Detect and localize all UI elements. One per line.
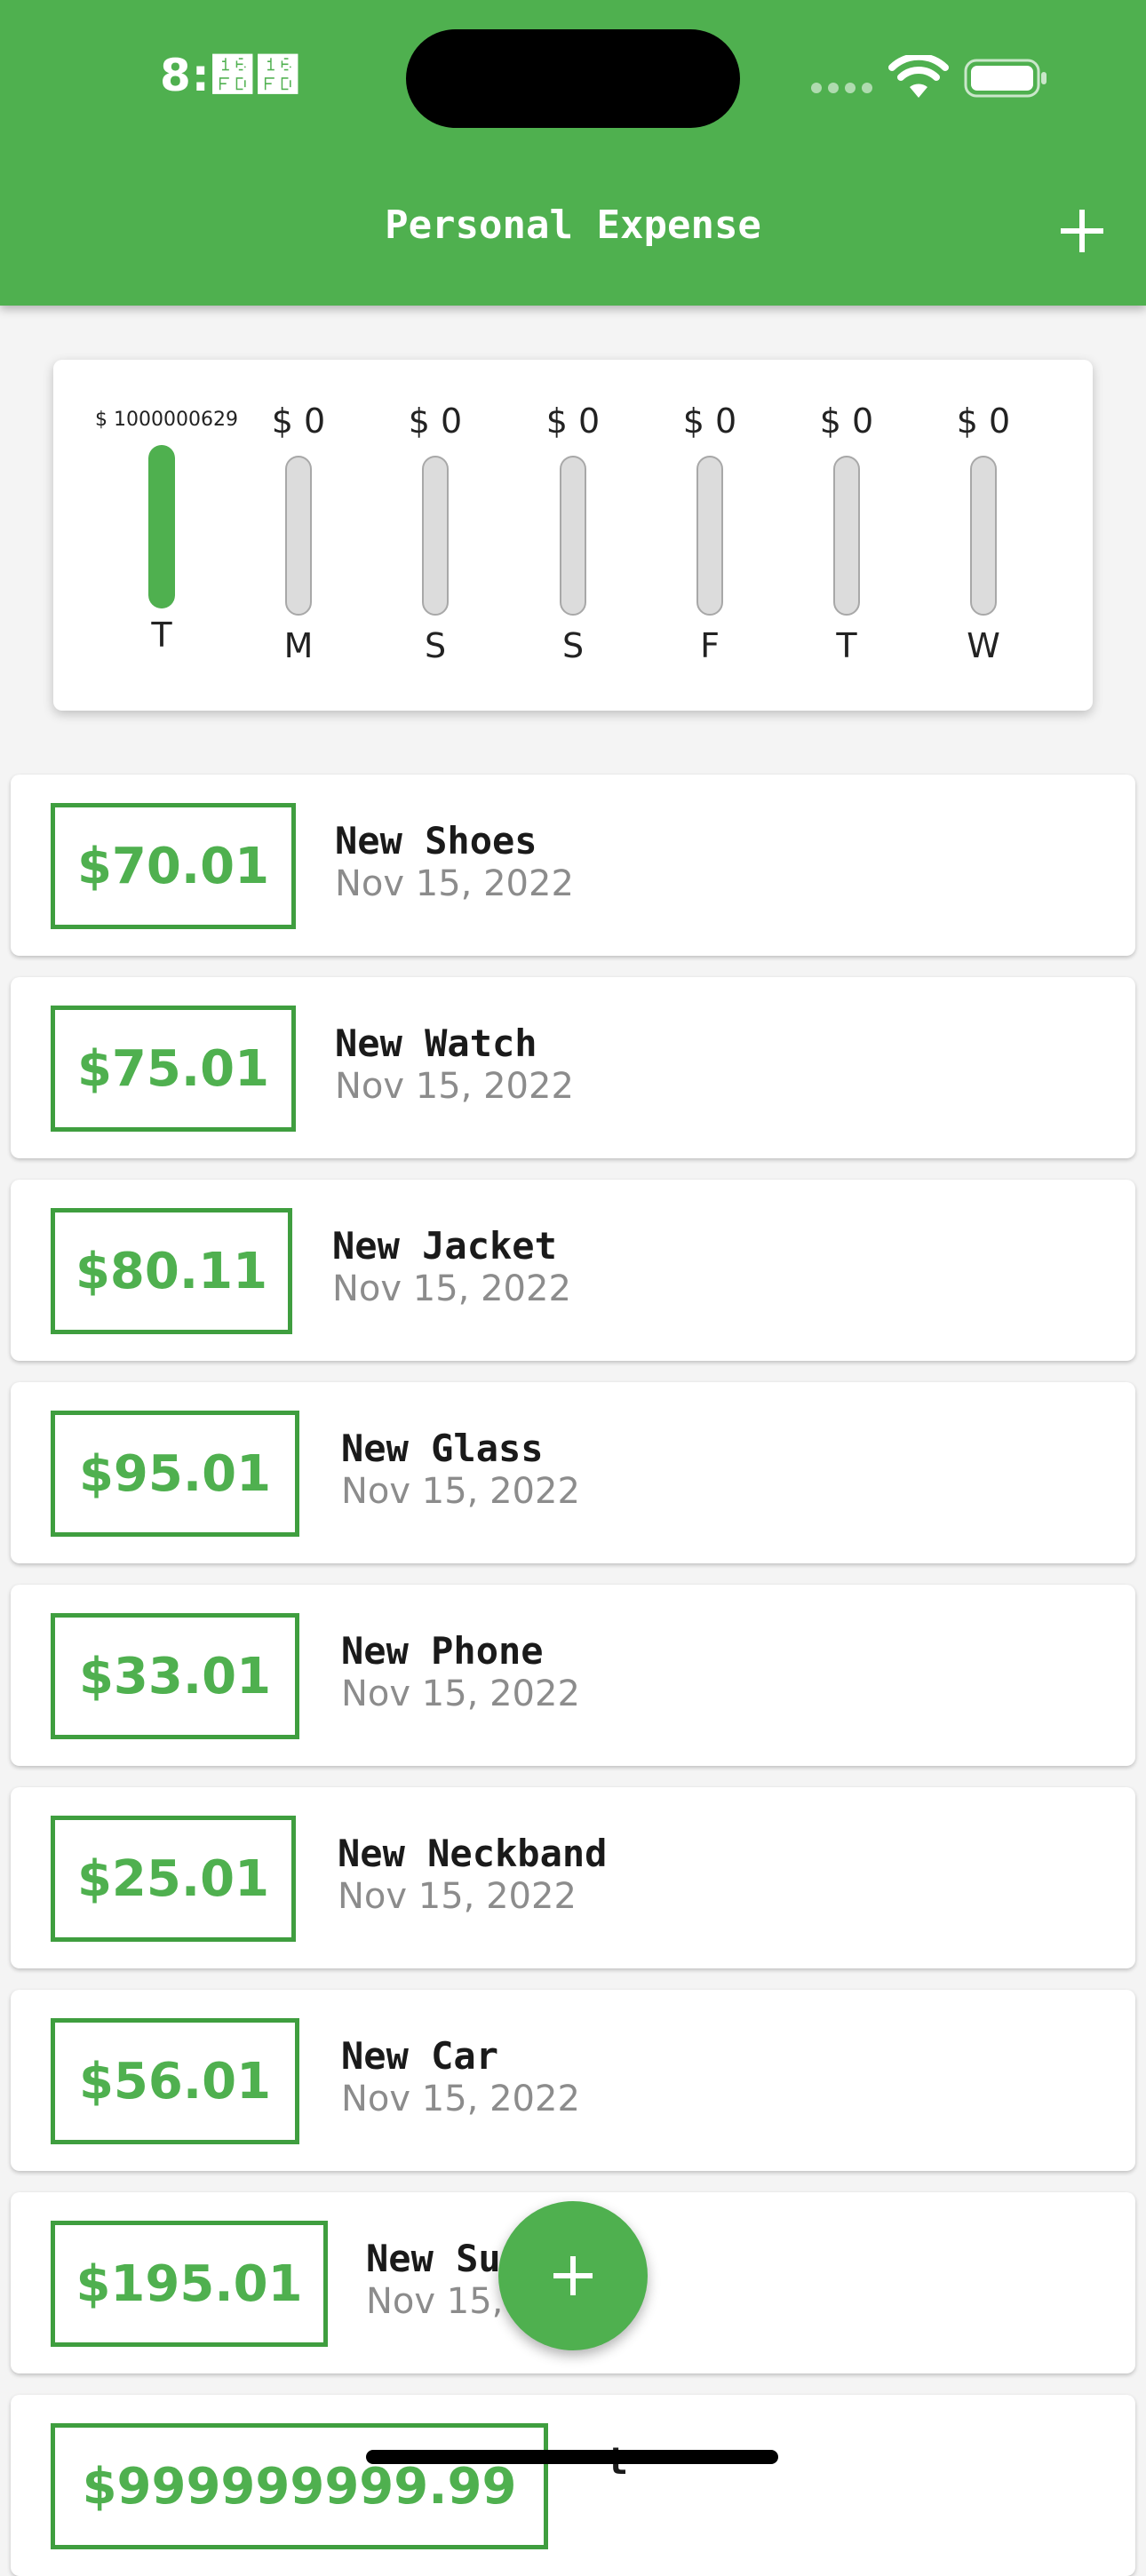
transaction-amount-box: $25.01 xyxy=(51,1816,296,1942)
battery-icon xyxy=(964,59,1047,98)
transaction-date: Nov 15, 2022 xyxy=(338,1876,577,1917)
chart-bar-track xyxy=(148,445,175,608)
transaction-title: New Neckband xyxy=(338,1832,608,1875)
transaction-amount-box: $80.11 xyxy=(51,1208,292,1334)
transaction-title: New Shoes xyxy=(335,819,537,863)
chart-bar-fill xyxy=(148,445,175,608)
transaction-amount-box: $999999999.99 xyxy=(51,2423,548,2549)
transaction-date: Nov 15, 2022 xyxy=(335,863,574,904)
chart-bar-day: F xyxy=(700,626,720,665)
transaction-date: Nov 15, 2022 xyxy=(341,1674,580,1714)
chart-bar-day: W xyxy=(967,626,1000,665)
status-time: 8:᛽᛽ xyxy=(160,50,301,101)
chart-bar-track xyxy=(285,456,312,616)
transaction-title: New Car xyxy=(341,2034,499,2078)
transaction-amount: $56.01 xyxy=(78,2052,272,2111)
transaction-date: Nov 15, 2022 xyxy=(341,1471,580,1512)
transaction-amount: $25.01 xyxy=(76,1849,270,1908)
transaction-card[interactable]: $95.01 New Glass Nov 15, 2022 xyxy=(11,1382,1135,1563)
chart-bar-track xyxy=(560,456,586,616)
transaction-card[interactable]: $56.01 New Car Nov 15, 2022 xyxy=(11,1990,1135,2171)
transaction-card[interactable]: $70.01 New Shoes Nov 15, 2022 xyxy=(11,775,1135,956)
chart-bar-track xyxy=(970,456,997,616)
home-indicator xyxy=(366,2450,778,2464)
transaction-amount: $195.01 xyxy=(76,2254,303,2313)
chart-bar-day: M xyxy=(283,626,314,665)
chart-bar-amount: $ 0 xyxy=(819,402,874,441)
transaction-title: New Watch xyxy=(335,1022,537,1065)
transaction-amount-box: $95.01 xyxy=(51,1411,299,1537)
plus-icon xyxy=(553,2256,593,2295)
transaction-amount-box: $75.01 xyxy=(51,1006,296,1132)
transaction-amount: $70.01 xyxy=(76,837,270,895)
transaction-amount: $75.01 xyxy=(76,1039,270,1098)
chart-bar-track xyxy=(833,456,860,616)
transaction-card[interactable]: $999999999.99t xyxy=(11,2395,1135,2576)
transaction-title: New Glass xyxy=(341,1427,544,1470)
transaction-amount: $33.01 xyxy=(78,1647,272,1705)
chart-bar-amount: $ 0 xyxy=(545,402,601,441)
transaction-amount: $80.11 xyxy=(75,1242,268,1300)
transaction-amount-box: $70.01 xyxy=(51,803,296,929)
transaction-card[interactable]: $75.01 New Watch Nov 15, 2022 xyxy=(11,977,1135,1158)
transaction-card[interactable]: $80.11 New Jacket Nov 15, 2022 xyxy=(11,1180,1135,1361)
chart-bar-day: T xyxy=(836,626,857,665)
chart-bar-0: $ 1000000629 T xyxy=(95,360,238,711)
chart-bar-amount: $ 0 xyxy=(956,402,1011,441)
transaction-date: Nov 15, 2022 xyxy=(332,1268,571,1309)
transaction-title: New Phone xyxy=(341,1629,544,1673)
weekly-chart: $ 1000000629 T $ 0 M $ 0 S $ 0 S $ 0 F $ 0 T $ 0 W xyxy=(53,360,1093,711)
chart-bar-amount: $ 0 xyxy=(682,402,737,441)
transaction-amount-box: $33.01 xyxy=(51,1613,299,1739)
transaction-amount: $999999999.99 xyxy=(82,2457,517,2516)
transaction-card[interactable]: $25.01 New Neckband Nov 15, 2022 xyxy=(11,1787,1135,1968)
add-transaction-fab[interactable] xyxy=(498,2201,648,2350)
page-title: Personal Expense xyxy=(385,203,761,248)
transaction-title: New Jacket xyxy=(332,1224,557,1268)
chart-bar-4: $ 0 F xyxy=(643,360,776,711)
add-transaction-button[interactable] xyxy=(1057,206,1107,256)
chart-bar-day: S xyxy=(424,626,447,665)
chart-bar-day: T xyxy=(151,616,172,655)
plus-icon xyxy=(1061,210,1103,252)
chart-bar-3: $ 0 S xyxy=(506,360,640,711)
dynamic-island xyxy=(406,29,740,128)
wifi-icon xyxy=(888,55,949,98)
chart-bar-day: S xyxy=(561,626,585,665)
transaction-date: Nov 15, 2022 xyxy=(341,2079,580,2119)
chart-bar-amount: $ 0 xyxy=(271,402,326,441)
chart-bar-1: $ 0 M xyxy=(232,360,365,711)
chart-bar-track xyxy=(696,456,723,616)
chart-bar-2: $ 0 S xyxy=(369,360,502,711)
chart-bar-5: $ 0 T xyxy=(780,360,913,711)
chart-bar-6: $ 0 W xyxy=(917,360,1050,711)
transaction-card[interactable]: $33.01 New Phone Nov 15, 2022 xyxy=(11,1585,1135,1766)
chart-bar-amount: $ 1000000629 xyxy=(95,409,238,431)
transaction-date: Nov 15, 2022 xyxy=(335,1066,574,1107)
transaction-amount: $95.01 xyxy=(78,1444,272,1503)
transaction-amount-box: $195.01 xyxy=(51,2221,328,2347)
cellular-signal-icon xyxy=(811,83,873,95)
chart-bar-amount: $ 0 xyxy=(408,402,463,441)
chart-bar-track xyxy=(422,456,449,616)
transaction-amount-box: $56.01 xyxy=(51,2018,299,2144)
app-bar: 8:᛽᛽ Personal Expense xyxy=(0,0,1146,306)
